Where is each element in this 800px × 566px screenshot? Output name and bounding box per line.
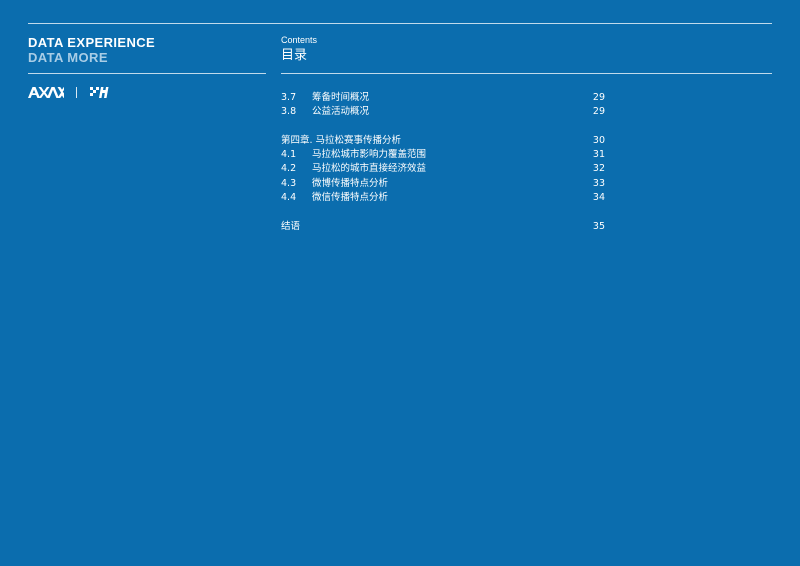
toc-entry-3-7[interactable]: 3.7 筹备时间概况 29: [281, 91, 605, 105]
toc-entry-4-3[interactable]: 4.3 微博传播特点分析 33: [281, 177, 605, 191]
contents-label: Contents: [281, 35, 318, 45]
left-divider: [28, 73, 266, 74]
checkered-h-logo-icon: [90, 86, 109, 98]
toc-spacer: [281, 120, 605, 134]
toc-entry-page: 33: [592, 177, 605, 189]
toc-conclusion-title: 结语: [281, 220, 301, 232]
toc-entry-title: 微信传播特点分析: [312, 192, 389, 204]
brand-line-2: DATA MORE: [28, 50, 108, 65]
toc-entry-number: 4.2: [281, 163, 297, 175]
brand-title: DATA EXPERIENCE DATA MORE: [28, 35, 155, 65]
toc-entry-page: 31: [592, 149, 605, 161]
toc-entry-title: 马拉松城市影响力覆盖范围: [312, 149, 427, 161]
toc-entry-title: 筹备时间概况: [312, 92, 370, 103]
toc-entry-title: 公益活动概况: [312, 106, 370, 118]
toc-entry-number: 3.8: [281, 106, 297, 118]
table-of-contents: 3.7 筹备时间概况 29 3.8 公益活动概况 29 第四章. 马拉松赛事传播…: [281, 91, 605, 234]
brand-line-1: DATA EXPERIENCE: [28, 35, 156, 50]
toc-chapter-4[interactable]: 第四章. 马拉松赛事传播分析 30: [281, 134, 605, 148]
toc-entry-3-8[interactable]: 3.8 公益活动概况 29: [281, 105, 605, 119]
contents-title: 目录: [281, 48, 308, 63]
top-divider: [28, 23, 772, 24]
toc-entry-page: 32: [592, 163, 605, 175]
toc-entry-4-2[interactable]: 4.2 马拉松的城市直接经济效益 32: [281, 162, 605, 176]
toc-entry-title: 马拉松的城市直接经济效益: [312, 163, 427, 175]
toc-entry-title: 微博传播特点分析: [312, 177, 389, 189]
toc-entry-page: 30: [592, 134, 605, 146]
logo-separator: [76, 86, 77, 98]
toc-entry-number: 3.7: [281, 92, 297, 103]
right-divider: [281, 73, 772, 74]
toc-spacer: [281, 205, 605, 219]
toc-entry-page: 34: [592, 192, 605, 204]
toc-entry-page: 35: [592, 220, 605, 232]
toc-entry-number: 4.3: [281, 177, 297, 189]
toc-entry-page: 29: [592, 92, 605, 103]
toc-entry-number: 4.4: [281, 192, 297, 204]
toc-entry-number: 4.1: [281, 149, 297, 161]
toc-entry-4-4[interactable]: 4.4 微信传播特点分析 34: [281, 191, 605, 205]
logo-strip: [28, 86, 109, 98]
toc-entry-page: 29: [592, 106, 605, 118]
toc-conclusion[interactable]: 结语 35: [281, 220, 605, 234]
toc-chapter-title: 第四章. 马拉松赛事传播分析: [281, 134, 402, 146]
toc-entry-4-1[interactable]: 4.1 马拉松城市影响力覆盖范围 31: [281, 148, 605, 162]
axax-logo-icon: [28, 86, 64, 98]
